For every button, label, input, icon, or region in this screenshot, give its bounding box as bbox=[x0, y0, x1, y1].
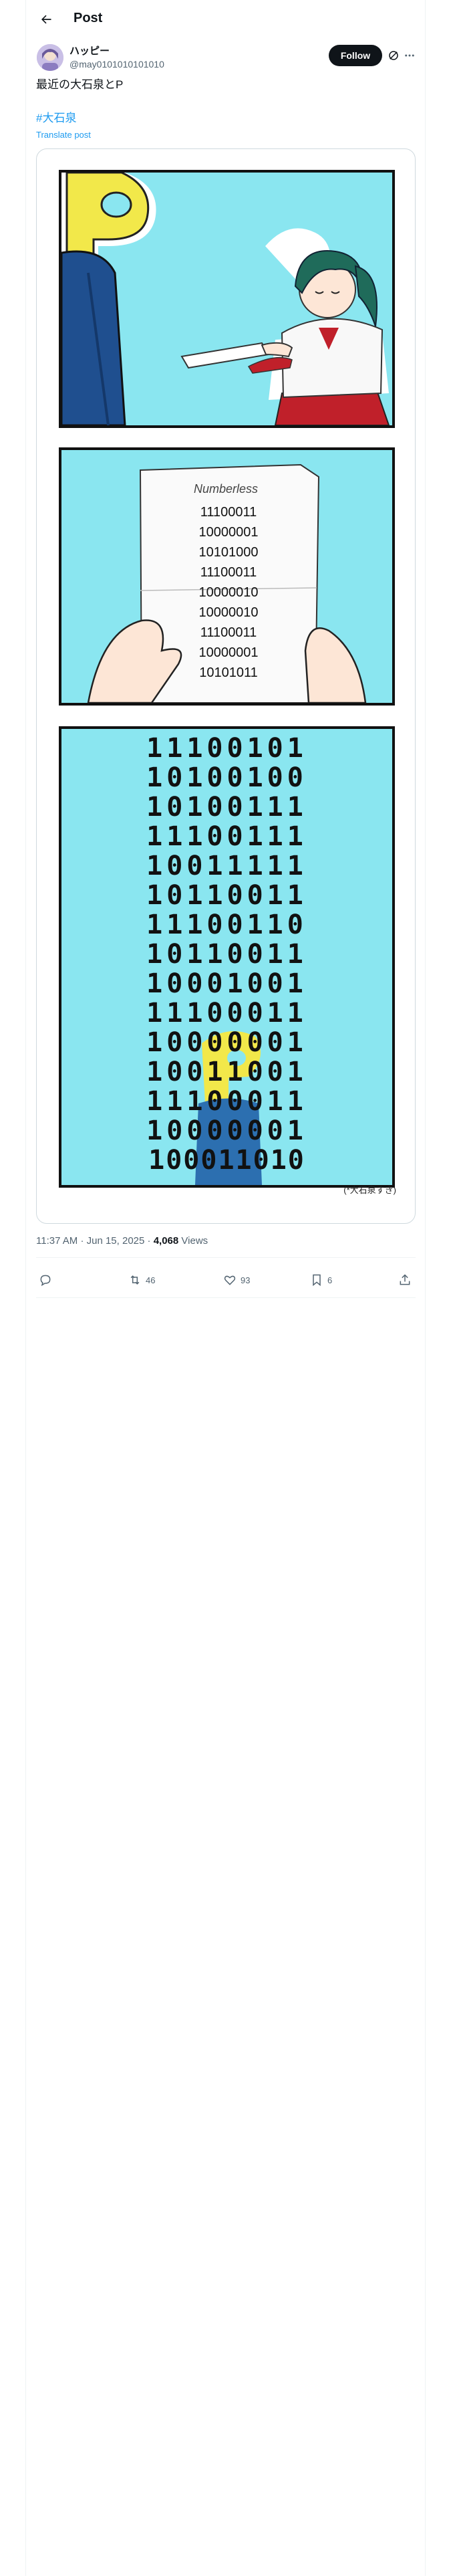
binary-row: 10011001 bbox=[146, 1057, 307, 1087]
binary-line: 10000010 bbox=[198, 585, 259, 600]
binary-row: 10100111 bbox=[146, 792, 307, 823]
reply-button[interactable] bbox=[39, 1272, 52, 1288]
share-icon bbox=[400, 1274, 410, 1285]
grok-button[interactable] bbox=[386, 48, 401, 63]
divider bbox=[36, 1257, 416, 1258]
back-button[interactable] bbox=[35, 8, 57, 31]
post-date[interactable]: Jun 15, 2025 bbox=[87, 1235, 145, 1247]
post-image[interactable]: Numberless 11100011 10000001 10101000 11… bbox=[36, 148, 416, 1224]
retweet-count: 46 bbox=[146, 1275, 156, 1285]
author-display-name[interactable]: ハッピー bbox=[69, 45, 110, 58]
binary-row: 11100011 bbox=[146, 998, 307, 1029]
paper-title: Numberless bbox=[194, 482, 259, 496]
share-button[interactable] bbox=[398, 1272, 412, 1288]
more-options-button[interactable] bbox=[402, 48, 417, 63]
heart-icon bbox=[224, 1275, 236, 1285]
author-handle[interactable]: @may0101010101010 bbox=[69, 58, 164, 70]
meta-separator: · bbox=[147, 1235, 151, 1247]
binary-line: 10000001 bbox=[198, 525, 259, 540]
binary-row: 11100011 bbox=[146, 1086, 307, 1117]
retweet-button[interactable]: 46 bbox=[128, 1272, 155, 1288]
retweet-icon bbox=[130, 1275, 140, 1285]
translate-post-link[interactable]: Translate post bbox=[36, 129, 91, 140]
post-header: Post bbox=[0, 0, 451, 37]
avatar[interactable] bbox=[37, 44, 63, 71]
binary-row: 10110011 bbox=[146, 939, 307, 970]
hashtag-link[interactable]: #大石泉 bbox=[36, 111, 76, 126]
bookmark-icon bbox=[313, 1274, 321, 1287]
post-text: 最近の大石泉とP bbox=[36, 78, 124, 91]
ellipsis-icon bbox=[405, 54, 414, 57]
binary-line: 10000010 bbox=[198, 605, 259, 620]
binary-row: 10001001 bbox=[146, 968, 307, 999]
comic-caption: (*大石泉すき) bbox=[343, 1185, 396, 1195]
grok-icon bbox=[389, 51, 398, 60]
binary-row: 10000001 bbox=[146, 1115, 307, 1146]
binary-row: 10011111 bbox=[146, 851, 307, 881]
binary-line: 10101000 bbox=[198, 545, 259, 560]
binary-row: 11100111 bbox=[146, 821, 307, 852]
binary-line: 10000001 bbox=[198, 645, 259, 660]
post-time[interactable]: 11:37 AM bbox=[36, 1235, 78, 1247]
page-title: Post bbox=[73, 11, 103, 25]
views-count: 4,068 bbox=[153, 1235, 179, 1247]
binary-row: 11100110 bbox=[146, 909, 307, 940]
post-metadata: 11:37 AM · Jun 15, 2025 · 4,068 Views bbox=[36, 1235, 208, 1248]
like-button[interactable]: 93 bbox=[223, 1272, 250, 1288]
binary-row: 10100100 bbox=[146, 762, 307, 793]
binary-row: 10110011 bbox=[146, 880, 307, 911]
divider bbox=[36, 1297, 416, 1298]
follow-button[interactable]: Follow bbox=[329, 45, 382, 66]
binary-line: 10101011 bbox=[199, 665, 258, 680]
binary-line: 11100011 bbox=[200, 505, 257, 520]
action-bar: 46 93 6 bbox=[36, 1265, 416, 1295]
meta-separator: · bbox=[80, 1235, 84, 1247]
comic-panel-3: 11100101 10100100 10100111 11100111 1001… bbox=[59, 726, 395, 1188]
comic-panel-1 bbox=[59, 170, 395, 428]
reply-icon bbox=[40, 1275, 51, 1287]
binary-line: 11100011 bbox=[200, 565, 257, 580]
binary-row: 10000001 bbox=[146, 1027, 307, 1058]
binary-line: 11100011 bbox=[200, 625, 257, 640]
like-count: 93 bbox=[241, 1275, 251, 1285]
paper-binary-lines: 11100011 10000001 10101000 11100011 1000… bbox=[162, 502, 295, 683]
binary-row: 11100101 bbox=[146, 733, 307, 764]
views-label: Views bbox=[181, 1235, 208, 1247]
arrow-left-icon bbox=[41, 15, 51, 24]
binary-row: 100011010 bbox=[148, 1145, 305, 1176]
bookmark-button[interactable]: 6 bbox=[310, 1272, 332, 1288]
comic-panel-2: Numberless 11100011 10000001 10101000 11… bbox=[59, 447, 395, 706]
bookmark-count: 6 bbox=[327, 1275, 333, 1285]
